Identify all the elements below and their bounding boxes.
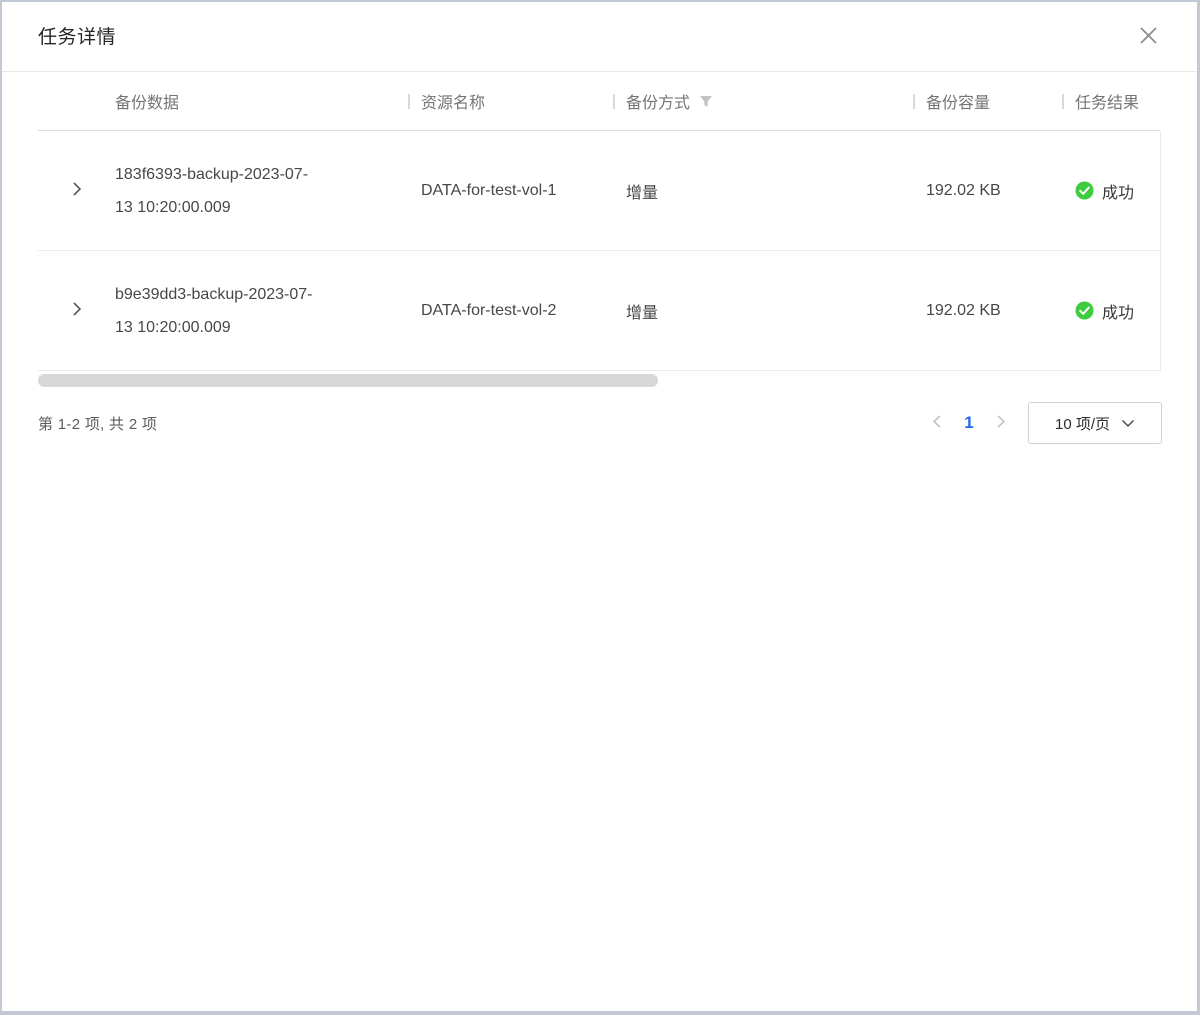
column-label: 任务结果 <box>1075 89 1139 113</box>
header-cell-backup-data: 备份数据 <box>115 72 408 130</box>
cell-backup-size: 192.02 KB <box>913 182 1062 200</box>
page-size-dropdown[interactable]: 10 项/页 <box>1028 402 1162 444</box>
success-check-icon <box>1075 181 1094 200</box>
pagination-controls: 1 10 项/页 <box>924 402 1162 444</box>
header-cell-backup-size: 备份容量 <box>913 72 1062 130</box>
table-header-row: 备份数据 资源名称 备份方式 备份容量 任务结 <box>38 72 1160 131</box>
expand-row-button[interactable] <box>65 179 89 203</box>
backup-data-text: 183f6393-backup-2023-07-13 10:20:00.009 <box>115 158 321 224</box>
column-separator <box>1062 94 1064 109</box>
table-body: 183f6393-backup-2023-07-13 10:20:00.009 … <box>38 131 1160 371</box>
dialog-header: 任务详情 <box>0 0 1200 72</box>
backup-data-text: b9e39dd3-backup-2023-07-13 10:20:00.009 <box>115 278 321 344</box>
table-row: b9e39dd3-backup-2023-07-13 10:20:00.009 … <box>38 251 1160 371</box>
cell-task-result: 成功 <box>1062 299 1160 323</box>
pagination-bar: 第 1-2 项, 共 2 项 1 10 项/页 <box>0 402 1200 444</box>
horizontal-scrollbar-track <box>38 374 1162 387</box>
horizontal-scrollbar-thumb[interactable] <box>38 374 658 387</box>
cell-task-result: 成功 <box>1062 179 1160 203</box>
filter-funnel-icon[interactable] <box>699 95 713 108</box>
close-icon <box>1138 25 1159 46</box>
chevron-left-icon <box>932 414 942 432</box>
cell-backup-type: 增量 <box>613 299 913 323</box>
chevron-right-icon <box>996 414 1006 432</box>
chevron-right-icon <box>72 181 82 200</box>
pagination-summary: 第 1-2 项, 共 2 项 <box>38 413 157 434</box>
next-page-button[interactable] <box>988 410 1014 436</box>
status-badge: 成功 <box>1102 179 1134 203</box>
cell-backup-type: 增量 <box>613 179 913 203</box>
header-cell-expander <box>38 72 115 130</box>
row-expander-cell <box>38 299 115 323</box>
column-label: 备份数据 <box>115 89 179 113</box>
success-check-icon <box>1075 301 1094 320</box>
page-size-label: 10 项/页 <box>1055 413 1110 434</box>
cell-backup-data: 183f6393-backup-2023-07-13 10:20:00.009 <box>115 158 408 224</box>
column-separator <box>913 94 915 109</box>
cell-backup-size: 192.02 KB <box>913 302 1062 320</box>
status-badge: 成功 <box>1102 299 1134 323</box>
header-cell-resource-name: 资源名称 <box>408 72 613 130</box>
cell-resource-name: DATA-for-test-vol-2 <box>408 302 613 320</box>
column-separator <box>613 94 615 109</box>
header-cell-backup-type: 备份方式 <box>613 72 913 130</box>
column-label: 备份方式 <box>626 89 690 113</box>
close-button[interactable] <box>1134 22 1162 50</box>
cell-resource-name: DATA-for-test-vol-1 <box>408 182 613 200</box>
expand-row-button[interactable] <box>65 299 89 323</box>
column-label: 资源名称 <box>421 89 485 113</box>
cell-backup-data: b9e39dd3-backup-2023-07-13 10:20:00.009 <box>115 278 408 344</box>
column-label: 备份容量 <box>926 89 990 113</box>
task-table: 备份数据 资源名称 备份方式 备份容量 任务结 <box>0 72 1200 371</box>
table-row: 183f6393-backup-2023-07-13 10:20:00.009 … <box>38 131 1160 251</box>
chevron-down-icon <box>1121 415 1135 432</box>
header-cell-task-result: 任务结果 <box>1062 72 1160 130</box>
column-separator <box>408 94 410 109</box>
previous-page-button[interactable] <box>924 410 950 436</box>
page-number-current[interactable]: 1 <box>954 413 984 433</box>
chevron-right-icon <box>72 301 82 320</box>
dialog-title: 任务详情 <box>38 22 116 49</box>
row-expander-cell <box>38 179 115 203</box>
task-details-dialog: 任务详情 备份数据 资源名称 备份方式 <box>0 0 1200 1015</box>
